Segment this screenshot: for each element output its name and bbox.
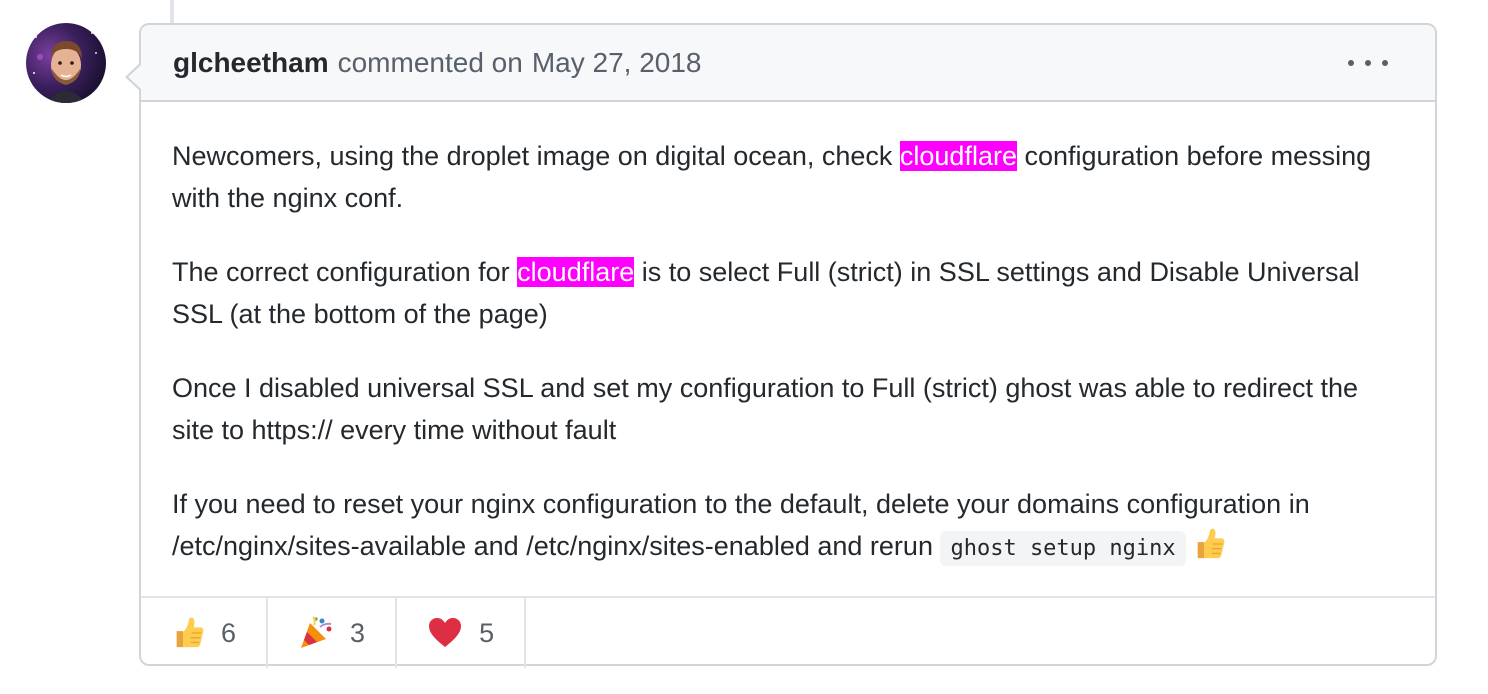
search-highlight: cloudflare	[517, 257, 635, 287]
reactions-bar: 6 3 5	[141, 596, 1435, 668]
paragraph-3: Once I disabled universal SSL and set my…	[172, 373, 1359, 445]
party-popper-icon	[298, 615, 334, 651]
avatar[interactable]	[26, 23, 106, 103]
heart-icon	[427, 615, 463, 651]
comment-date[interactable]: May 27, 2018	[532, 47, 702, 79]
search-highlight: cloudflare	[899, 141, 1017, 171]
comment-body: Newcomers, using the droplet image on di…	[141, 102, 1435, 596]
author-link[interactable]: glcheetham	[173, 47, 329, 79]
text: Newcomers, using the droplet image on di…	[172, 141, 900, 171]
comment-action: commented on	[337, 46, 523, 78]
kebab-horizontal-icon[interactable]	[1348, 53, 1388, 73]
reaction-count: 3	[350, 617, 366, 648]
thumbs-up-icon	[1192, 527, 1226, 573]
comment-header: glcheetham commented on May 27, 2018	[141, 25, 1435, 102]
reaction-count: 6	[221, 617, 237, 648]
thumbs-up-icon	[171, 616, 205, 650]
reaction-count: 5	[479, 617, 495, 648]
paragraph-4: If you need to reset your nginx configur…	[172, 483, 1405, 573]
timeline-line	[170, 0, 174, 24]
reaction-hooray[interactable]: 3	[268, 598, 398, 668]
comment-pointer-fill	[128, 64, 142, 90]
reaction-thumbs-up[interactable]: 6	[141, 598, 269, 668]
inline-code: ghost setup nginx	[940, 531, 1186, 566]
text: The correct configuration for	[172, 257, 518, 287]
comment-box: glcheetham commented on May 27, 2018 New…	[125, 23, 1437, 668]
paragraph-1: Newcomers, using the droplet image on di…	[172, 135, 1405, 219]
page: glcheetham commented on May 27, 2018 New…	[0, 0, 1488, 694]
paragraph-2: The correct configuration for cloudflare…	[172, 251, 1405, 335]
reaction-heart[interactable]: 5	[397, 598, 527, 668]
